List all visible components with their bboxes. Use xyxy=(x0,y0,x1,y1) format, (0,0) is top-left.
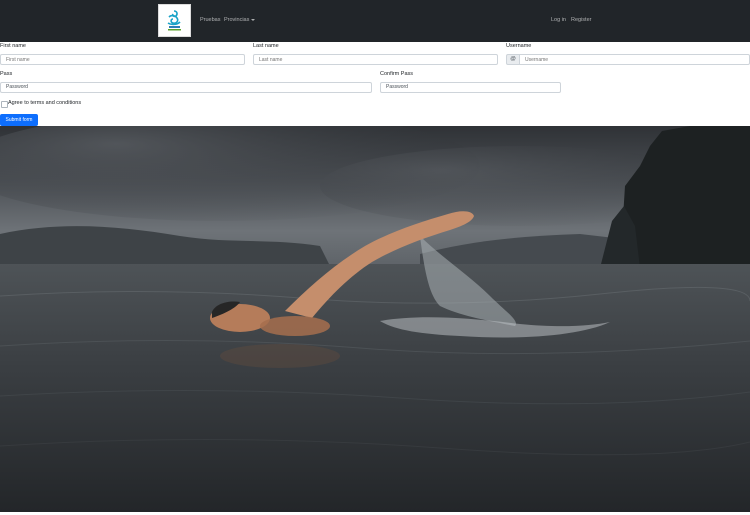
password-label: Pass xyxy=(0,71,13,77)
first-name-label: First name xyxy=(0,43,26,49)
at-sign-icon: @ xyxy=(506,54,520,65)
nav-link-register[interactable]: Register xyxy=(571,17,591,23)
submit-button[interactable]: Submit form xyxy=(0,114,38,126)
nav-dropdown-provincias[interactable]: Provincias xyxy=(224,17,256,23)
confirm-password-input[interactable]: Password xyxy=(380,82,561,93)
nav-dropdown-label: Provincias xyxy=(224,17,250,23)
swimmer-photo-icon xyxy=(0,126,750,512)
username-input[interactable] xyxy=(519,54,750,65)
nav-link-login[interactable]: Log in xyxy=(551,17,566,23)
first-name-input[interactable] xyxy=(0,54,245,65)
username-label: Username xyxy=(506,43,532,49)
caret-down-icon xyxy=(251,18,256,21)
confirm-password-label: Confirm Pass xyxy=(380,71,414,77)
hero-image xyxy=(0,126,750,512)
terms-label: Agree to terms and conditions xyxy=(8,100,82,106)
brand-logo[interactable] xyxy=(158,4,191,37)
password-input[interactable]: Password xyxy=(0,82,372,93)
nav-link-pruebas[interactable]: Pruebas xyxy=(200,17,221,23)
terms-checkbox[interactable] xyxy=(1,101,8,108)
last-name-label: Last name xyxy=(253,43,279,49)
last-name-input[interactable] xyxy=(253,54,498,65)
navbar: Pruebas Provincias Log in Register xyxy=(0,0,750,42)
